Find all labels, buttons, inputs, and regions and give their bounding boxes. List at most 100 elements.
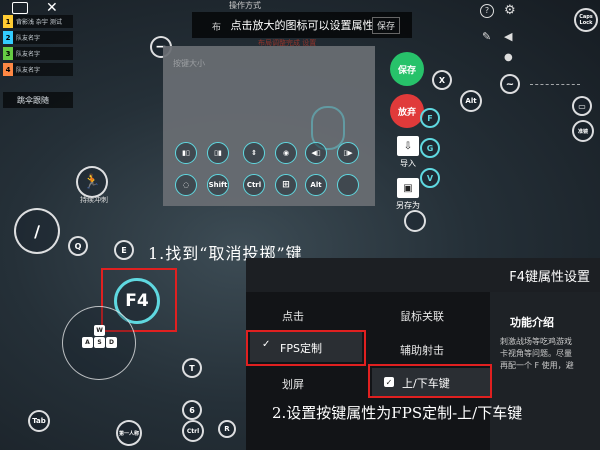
fps-highlight-box bbox=[246, 330, 366, 366]
team-row: 4 队友名字 bbox=[3, 63, 73, 76]
f-label: F bbox=[427, 113, 433, 123]
team-row: 1 背影浅 杂宇 测试 bbox=[3, 15, 73, 28]
tab-mouse-link[interactable]: 鼠标关联 bbox=[400, 308, 444, 324]
chat-button[interactable]: ▭ bbox=[572, 96, 592, 116]
team-number: 1 bbox=[3, 15, 13, 28]
sprint-label: 持续冲刺 bbox=[80, 196, 108, 204]
key-icon-prev[interactable]: ◀▯ bbox=[305, 142, 327, 164]
follow-parachute-button[interactable]: 跳伞跟随 bbox=[3, 92, 73, 108]
key-icon-alt[interactable]: Alt bbox=[305, 174, 327, 196]
v-label: V bbox=[426, 173, 434, 183]
key-tab-button[interactable]: Tab bbox=[28, 410, 50, 432]
operation-mode-title: 操作方式 bbox=[229, 1, 261, 10]
first-person-label: 第一人称 bbox=[118, 430, 139, 437]
d-label: D bbox=[109, 339, 114, 346]
joystick[interactable]: W A S D bbox=[62, 306, 136, 380]
alt-key-label: Alt bbox=[465, 97, 477, 105]
spray-icon[interactable]: ✎ bbox=[482, 30, 491, 43]
q-label: Q bbox=[74, 241, 82, 251]
key-x-button[interactable]: X bbox=[432, 70, 452, 90]
shift-label: Shift bbox=[208, 181, 228, 189]
weapon-button[interactable]: ∕ bbox=[14, 208, 60, 254]
key-icon-mouse-middle[interactable]: ◉ bbox=[275, 142, 297, 164]
question-icon[interactable]: ? bbox=[480, 4, 494, 18]
desc-line: 刺激战场等吃鸡游戏 bbox=[500, 337, 572, 346]
key-icon-ctrl[interactable]: Ctrl bbox=[243, 174, 265, 196]
key-icon-shift[interactable]: Shift bbox=[207, 174, 229, 196]
gear-icon[interactable]: ⚙ bbox=[504, 3, 516, 18]
key-g-button[interactable]: G bbox=[420, 138, 440, 158]
import-icon: ⇩ bbox=[397, 136, 419, 156]
speaker-icon[interactable]: ◀ bbox=[504, 30, 512, 43]
caps-lock-button[interactable]: Caps Lock bbox=[574, 8, 598, 32]
key-t-button[interactable]: T bbox=[182, 358, 202, 378]
scope-button[interactable]: 准镜 bbox=[572, 120, 594, 142]
key-e-button[interactable]: E bbox=[114, 240, 134, 260]
f4-label: F4 bbox=[125, 291, 149, 311]
save-as-icon: ▣ bbox=[397, 178, 419, 198]
key-f-button[interactable]: F bbox=[420, 108, 440, 128]
team-number: 3 bbox=[3, 47, 13, 60]
windows-icon[interactable]: ⊞ bbox=[275, 174, 297, 196]
vehicle-key-highlight-box bbox=[368, 364, 492, 398]
team-name: 队友名字 bbox=[16, 51, 41, 58]
first-person-button[interactable]: 第一人称 bbox=[116, 420, 142, 446]
save-button[interactable]: 保存 bbox=[390, 52, 424, 86]
key-alt-button[interactable]: Alt bbox=[460, 90, 482, 112]
image-icon[interactable] bbox=[12, 2, 28, 14]
team-name: 队友名字 bbox=[16, 35, 41, 42]
settings-header: F4键属性设置 bbox=[246, 258, 600, 292]
w-label: W bbox=[96, 327, 103, 334]
team-panel: 1 背影浅 杂宇 测试 2 队友名字 3 队友名字 4 队友名字 bbox=[3, 15, 73, 79]
key-icon-mouse-right[interactable]: ▯▮ bbox=[207, 142, 229, 164]
key-icon-mouse-scroll[interactable]: ⇕ bbox=[243, 142, 265, 164]
save-as-label: 另存为 bbox=[396, 201, 420, 210]
key-q-button[interactable]: Q bbox=[68, 236, 88, 256]
alt-label: Alt bbox=[310, 181, 322, 189]
team-name: 背影浅 杂宇 测试 bbox=[16, 19, 62, 26]
team-row: 2 队友名字 bbox=[3, 31, 73, 44]
discard-button[interactable]: 放弃 bbox=[390, 94, 424, 128]
key-icon-next[interactable]: ▯▶ bbox=[337, 142, 359, 164]
function-title: 功能介绍 bbox=[510, 316, 554, 329]
key-r-button[interactable]: R bbox=[218, 420, 236, 438]
caps-lock-label: Caps Lock bbox=[579, 14, 593, 26]
key-d: D bbox=[106, 337, 117, 348]
key-v-button[interactable]: V bbox=[420, 168, 440, 188]
tab-click[interactable]: 点击 bbox=[282, 308, 304, 324]
settings-title: F4键属性设置 bbox=[509, 269, 590, 285]
top-save-button[interactable]: 保存 bbox=[371, 17, 400, 34]
a-label: A bbox=[85, 339, 90, 346]
sprint-button[interactable]: 🏃 bbox=[76, 166, 108, 198]
key-icon-mouse-left[interactable]: ▮▯ bbox=[175, 142, 197, 164]
team-number: 2 bbox=[3, 31, 13, 44]
ctrl-key-label: Ctrl bbox=[186, 427, 200, 435]
right-edge-button[interactable] bbox=[404, 210, 426, 232]
key-ctrl-button[interactable]: Ctrl bbox=[182, 420, 204, 442]
tools-icon[interactable]: ✕ bbox=[46, 0, 58, 16]
top-right-readout bbox=[530, 84, 580, 85]
s-label: S bbox=[97, 339, 102, 346]
r-label: R bbox=[224, 425, 230, 433]
tab-aim-assist[interactable]: 辅助射击 bbox=[400, 342, 444, 358]
top-left-icons: ✕ bbox=[12, 0, 72, 16]
desc-line: 卡视角等问题。尽量 bbox=[500, 349, 572, 358]
step2-annotation: 2.设置按键属性为FPS定制-上/下车键 bbox=[272, 404, 523, 422]
team-row: 3 队友名字 bbox=[3, 47, 73, 60]
e-label: E bbox=[121, 245, 127, 255]
t-label: T bbox=[189, 363, 195, 373]
layout-label: 布 bbox=[212, 23, 222, 33]
import-label: 导入 bbox=[400, 159, 416, 168]
team-number: 4 bbox=[3, 63, 13, 76]
desc-line: 再配一个 F 使用，避 bbox=[500, 361, 574, 370]
key-s: S bbox=[94, 337, 105, 348]
mic-icon[interactable]: ● bbox=[504, 52, 513, 63]
key-6-button[interactable]: 6 bbox=[182, 400, 202, 420]
x-label: X bbox=[438, 75, 446, 85]
key-icon-blank[interactable] bbox=[337, 174, 359, 196]
key-w: W bbox=[94, 325, 105, 336]
key-icon-mouse[interactable]: ◌ bbox=[175, 174, 197, 196]
tilde-button[interactable]: ~ bbox=[500, 74, 520, 94]
tab-swipe[interactable]: 划屏 bbox=[282, 376, 304, 392]
six-label: 6 bbox=[189, 405, 195, 415]
